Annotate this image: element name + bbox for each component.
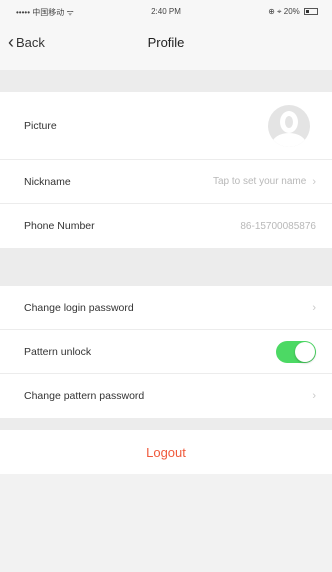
picture-label: Picture xyxy=(24,119,57,132)
nickname-value: Tap to set your name xyxy=(212,176,307,187)
pattern-unlock-toggle[interactable] xyxy=(276,340,316,363)
page-title: Profile xyxy=(147,35,185,50)
status-bar: ••••• 中国移动 ᯤ 2:40 PM ⊕ ⌖ 20% xyxy=(0,0,332,22)
nickname-row[interactable]: Nickname Tap to set your name › xyxy=(0,160,332,204)
empty-area xyxy=(0,474,332,572)
battery-text: ⊕ ⌖ 20% xyxy=(268,7,300,16)
toggle-knob xyxy=(295,341,315,362)
avatar-container xyxy=(268,104,316,147)
security-group: Change login password › Pattern unlock C… xyxy=(0,286,332,418)
pattern-unlock-label: Pattern unlock xyxy=(24,345,92,358)
logout-row: Logout xyxy=(0,430,332,474)
user-placeholder-icon[interactable] xyxy=(268,104,310,147)
row-accessory: › xyxy=(306,390,316,402)
section-spacer xyxy=(0,248,332,286)
toggle-container xyxy=(276,340,316,363)
nickname-value-wrap: Tap to set your name › xyxy=(213,176,316,188)
pattern-unlock-row: Pattern unlock xyxy=(0,330,332,374)
section-spacer xyxy=(0,418,332,430)
row-accessory: › xyxy=(306,302,316,314)
section-spacer xyxy=(0,70,332,92)
status-right: ⊕ ⌖ 20% xyxy=(268,7,318,17)
chevron-right-icon: › xyxy=(312,390,316,402)
battery-icon xyxy=(304,8,318,16)
change-pattern-password-label: Change pattern password xyxy=(24,390,145,402)
change-login-password-label: Change login password xyxy=(24,301,134,314)
logout-button[interactable]: Logout xyxy=(146,445,186,460)
chevron-right-icon: › xyxy=(312,301,316,314)
navigation-bar: ‹ Back Profile xyxy=(0,22,332,70)
profile-group: Picture Nickname Tap to set your name › … xyxy=(0,92,332,248)
picture-row[interactable]: Picture xyxy=(0,92,332,160)
change-pattern-password-row[interactable]: Change pattern password › xyxy=(0,374,332,418)
phone-label: Phone Number xyxy=(24,220,95,232)
phone-row: Phone Number 86-15700085876 xyxy=(0,204,332,248)
nickname-label: Nickname xyxy=(24,175,71,188)
change-login-password-row[interactable]: Change login password › xyxy=(0,286,332,330)
chevron-right-icon: › xyxy=(312,175,316,188)
phone-value: 86-15700085876 xyxy=(240,220,316,232)
